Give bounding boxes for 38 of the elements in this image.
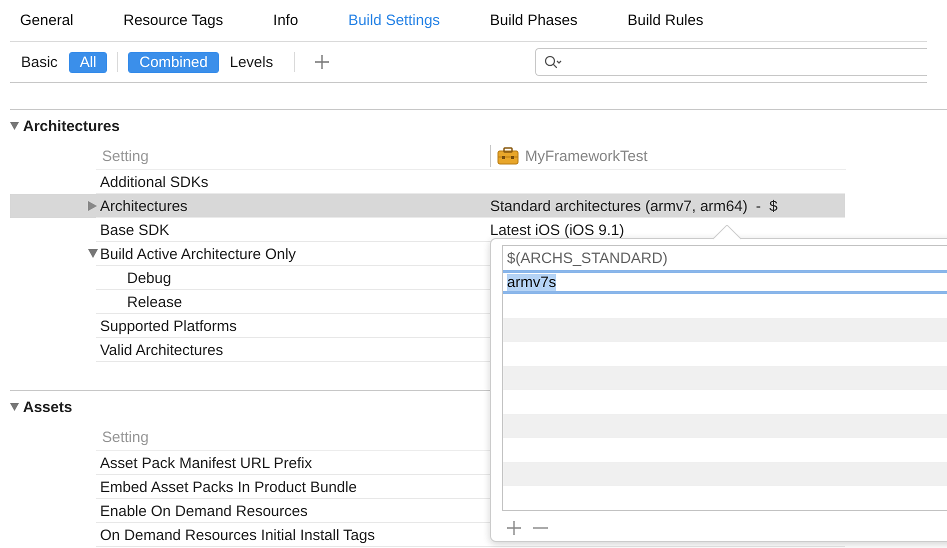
- setting-name: Base SDK: [100, 222, 170, 238]
- setting-row[interactable]: Architectures Standard architectures (armv7, arm64) - $: [10, 194, 845, 218]
- setting-name: Asset Pack Manifest URL Prefix: [100, 454, 312, 472]
- section-title: Assets: [23, 398, 72, 416]
- tab[interactable]: Build Settings: [348, 12, 440, 29]
- setting-name: Additional SDKs: [100, 174, 208, 190]
- setting-name: Enable On Demand Resources: [100, 502, 308, 520]
- add-icon[interactable]: [507, 521, 521, 535]
- disclosure-triangle-icon[interactable]: [10, 122, 19, 130]
- filter-button[interactable]: Basic: [10, 52, 69, 72]
- tab[interactable]: Resource Tags: [123, 12, 224, 29]
- setting-value: Standard architectures (armv7, arm64) - $: [490, 198, 778, 214]
- column-header: Setting: [101, 148, 150, 164]
- disclosure-triangle-icon[interactable]: [88, 201, 98, 211]
- disclosure-triangle-icon[interactable]: [88, 249, 98, 259]
- add-icon[interactable]: [315, 55, 330, 69]
- filter-button[interactable]: Levels: [218, 52, 284, 72]
- section-title: Architectures: [23, 118, 120, 134]
- search-field[interactable]: [535, 48, 927, 76]
- disclosure-triangle-icon[interactable]: [10, 402, 19, 412]
- setting-name: Architectures: [100, 198, 188, 214]
- search-icon[interactable]: [544, 55, 562, 69]
- setting-name: Embed Asset Packs In Product Bundle: [100, 478, 357, 496]
- setting-name: Valid Architectures: [100, 342, 224, 358]
- setting-name: Release: [127, 294, 182, 310]
- column-header: Setting: [101, 428, 150, 446]
- tab[interactable]: Build Rules: [627, 12, 704, 29]
- tab[interactable]: Info: [273, 12, 298, 29]
- setting-value: Latest iOS (iOS 9.1): [490, 222, 624, 238]
- tab[interactable]: General: [20, 12, 74, 29]
- setting-name: Supported Platforms: [100, 318, 237, 334]
- setting-name: Debug: [127, 270, 172, 286]
- target-name: MyFrameworkTest: [525, 148, 648, 164]
- setting-name: Build Active Architecture Only: [100, 246, 296, 262]
- list-item[interactable]: armv7s: [503, 270, 947, 294]
- briefcase-icon: [497, 147, 519, 165]
- tab[interactable]: Build Phases: [490, 12, 578, 29]
- setting-name: On Demand Resources Initial Install Tags: [100, 526, 375, 544]
